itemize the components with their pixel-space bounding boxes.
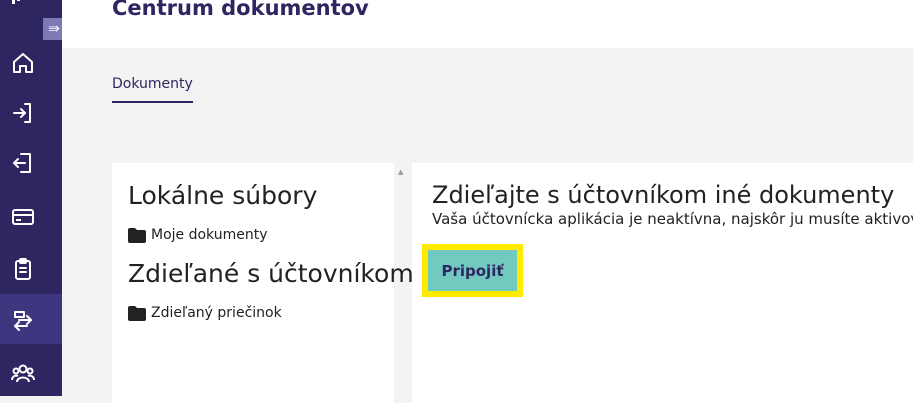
incoming-icon: [13, 103, 31, 123]
sidebar-item-users[interactable]: [0, 348, 62, 398]
users-icon: [11, 364, 35, 383]
clipboard-icon: [15, 258, 31, 280]
exchange-icon: [14, 311, 32, 331]
folder-label: Zdieľaný priečinok: [151, 305, 282, 321]
tab-documents[interactable]: Dokumenty: [112, 76, 193, 103]
folder-my-documents[interactable]: Moje dokumenty: [128, 227, 268, 243]
sidebar: ⇛: [0, 0, 65, 398]
folder-icon: [128, 227, 146, 243]
sidebar-item-documents[interactable]: [0, 294, 62, 344]
shared-files-heading: Zdieľané s účtovníkom: [128, 259, 414, 288]
card-icon: [12, 209, 34, 225]
sidebar-item-clipboard[interactable]: [0, 244, 62, 294]
folder-icon: [128, 305, 146, 321]
logo: [12, 0, 20, 6]
folder-shared[interactable]: Zdieľaný priečinok: [128, 305, 282, 321]
sidebar-item-home[interactable]: [0, 38, 62, 88]
sidebar-item-outgoing[interactable]: [0, 138, 62, 188]
share-subtitle: Vaša účtovnícka aplikácia je neaktívna, …: [432, 210, 913, 228]
local-files-panel: Lokálne súbory Moje dokumenty Zdieľané s…: [112, 163, 414, 403]
sidebar-item-card[interactable]: [0, 192, 62, 242]
sidebar-item-incoming[interactable]: [0, 88, 62, 138]
share-panel: Zdieľajte s účtovníkom iné dokumenty Vaš…: [412, 163, 913, 403]
outgoing-icon: [13, 153, 31, 173]
page-title: Centrum dokumentov: [112, 0, 369, 20]
share-title: Zdieľajte s účtovníkom iné dokumenty: [432, 181, 895, 209]
page-header: Centrum dokumentov: [62, 0, 913, 48]
scroll-up-arrow[interactable]: ▲: [398, 168, 403, 176]
connect-highlight: Pripojiť: [422, 244, 523, 297]
local-files-heading: Lokálne súbory: [128, 181, 318, 210]
connect-button[interactable]: Pripojiť: [428, 250, 517, 291]
home-icon: [13, 53, 33, 73]
folder-label: Moje dokumenty: [151, 227, 268, 243]
